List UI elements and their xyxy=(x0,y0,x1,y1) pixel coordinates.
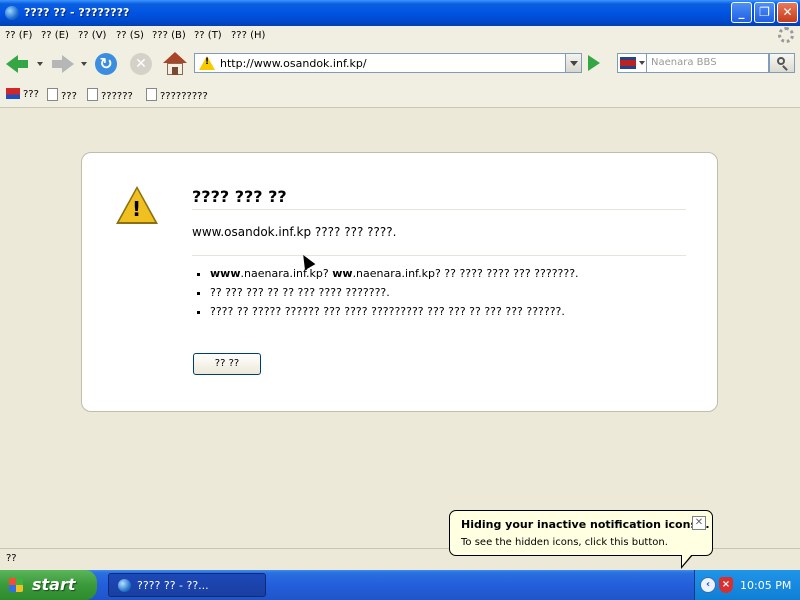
menu-bookmarks[interactable]: ??? (B) xyxy=(152,30,186,41)
close-button[interactable]: ✕ xyxy=(777,2,798,23)
list-item: ?? ??? ??? ?? ?? ??? ???? ???????. xyxy=(210,286,690,299)
clock: 10:05 PM xyxy=(740,579,792,592)
document-icon xyxy=(146,88,157,101)
maximize-button[interactable]: ❐ xyxy=(754,2,775,23)
go-arrow-icon[interactable] xyxy=(588,55,600,71)
back-arrow-icon[interactable] xyxy=(6,55,28,73)
forward-history-dropdown-icon[interactable] xyxy=(81,62,87,66)
menu-edit[interactable]: ?? (E) xyxy=(41,30,69,41)
naenara-logo-icon xyxy=(6,88,20,99)
reload-icon[interactable]: ↻ xyxy=(95,53,117,75)
security-shield-icon[interactable]: × xyxy=(719,577,733,593)
balloon-text: To see the hidden icons, click this butt… xyxy=(461,537,668,548)
taskbar-window-button[interactable]: ???? ?? - ??... xyxy=(108,573,266,597)
divider xyxy=(192,209,686,210)
bookmark-item[interactable]: ?????? xyxy=(87,88,133,102)
bookmarks-toolbar: ??? ??? ?????? ????????? xyxy=(0,82,800,108)
url-history-dropdown[interactable] xyxy=(566,53,582,73)
taskbar: start ???? ?? - ??... ‹ × 10:05 PM xyxy=(0,570,800,600)
notification-balloon[interactable]: Hiding your inactive notification icons.… xyxy=(449,510,713,569)
stop-icon[interactable]: ✕ xyxy=(130,53,152,75)
bookmark-item[interactable]: ??? xyxy=(6,88,39,100)
list-item: ???? ?? ????? ?????? ??? ???? ????????? … xyxy=(210,305,690,318)
search-input[interactable]: Naenara BBS xyxy=(647,53,769,73)
balloon-close-icon[interactable]: ✕ xyxy=(692,516,706,530)
minimize-button[interactable]: _ xyxy=(731,2,752,23)
throbber-icon xyxy=(778,27,794,43)
document-icon xyxy=(87,88,98,101)
search-engine-icon xyxy=(620,57,636,69)
title-bar: ???? ?? - ???????? _ ❐ ✕ xyxy=(0,0,800,26)
start-button[interactable]: start xyxy=(0,570,97,600)
menu-tools[interactable]: ?? (T) xyxy=(194,30,222,41)
bookmark-item[interactable]: ????????? xyxy=(146,88,208,102)
home-icon[interactable] xyxy=(163,52,187,76)
window-title: ???? ?? - ???????? xyxy=(24,6,130,19)
menu-bar: ?? (F) ?? (E) ?? (V) ?? (S) ??? (B) ?? (… xyxy=(0,26,800,46)
divider xyxy=(192,255,686,256)
document-icon xyxy=(47,88,58,101)
try-again-button[interactable]: ?? ?? xyxy=(193,353,261,375)
browser-app-icon xyxy=(118,579,131,592)
search-button[interactable] xyxy=(769,53,795,73)
error-card: ! ???? ??? ?? www.osandok.inf.kp ???? ??… xyxy=(81,152,718,412)
back-history-dropdown-icon[interactable] xyxy=(37,62,43,66)
url-text[interactable]: http://www.osandok.inf.kp/ xyxy=(220,57,367,70)
show-hidden-icons-button[interactable]: ‹ xyxy=(700,577,716,593)
magnifier-icon xyxy=(777,57,785,65)
system-tray: ‹ × 10:05 PM xyxy=(694,570,800,600)
error-description: www.osandok.inf.kp ???? ??? ????. xyxy=(192,225,397,239)
list-item: www.naenara.inf.kp? ww.naenara.inf.kp? ?… xyxy=(210,267,690,280)
bookmark-item[interactable]: ??? xyxy=(47,88,77,102)
search-engine-selector[interactable] xyxy=(617,53,647,73)
menu-history[interactable]: ?? (S) xyxy=(116,30,144,41)
balloon-title: Hiding your inactive notification icons.… xyxy=(461,518,710,531)
menu-view[interactable]: ?? (V) xyxy=(78,30,106,41)
url-field[interactable]: ! http://www.osandok.inf.kp/ xyxy=(194,53,566,73)
status-text: ?? xyxy=(6,553,17,564)
suggestion-list: www.naenara.inf.kp? ww.naenara.inf.kp? ?… xyxy=(192,267,690,324)
menu-help[interactable]: ??? (H) xyxy=(231,30,265,41)
menu-file[interactable]: ?? (F) xyxy=(5,30,32,41)
forward-arrow-icon[interactable] xyxy=(52,55,74,73)
browser-app-icon xyxy=(5,6,19,20)
navigation-toolbar: ↻ ✕ ! http://www.osandok.inf.kp/ Naenara… xyxy=(0,46,800,82)
error-title: ???? ??? ?? xyxy=(192,187,287,206)
page-content: ! ???? ??? ?? www.osandok.inf.kp ???? ??… xyxy=(0,108,800,548)
